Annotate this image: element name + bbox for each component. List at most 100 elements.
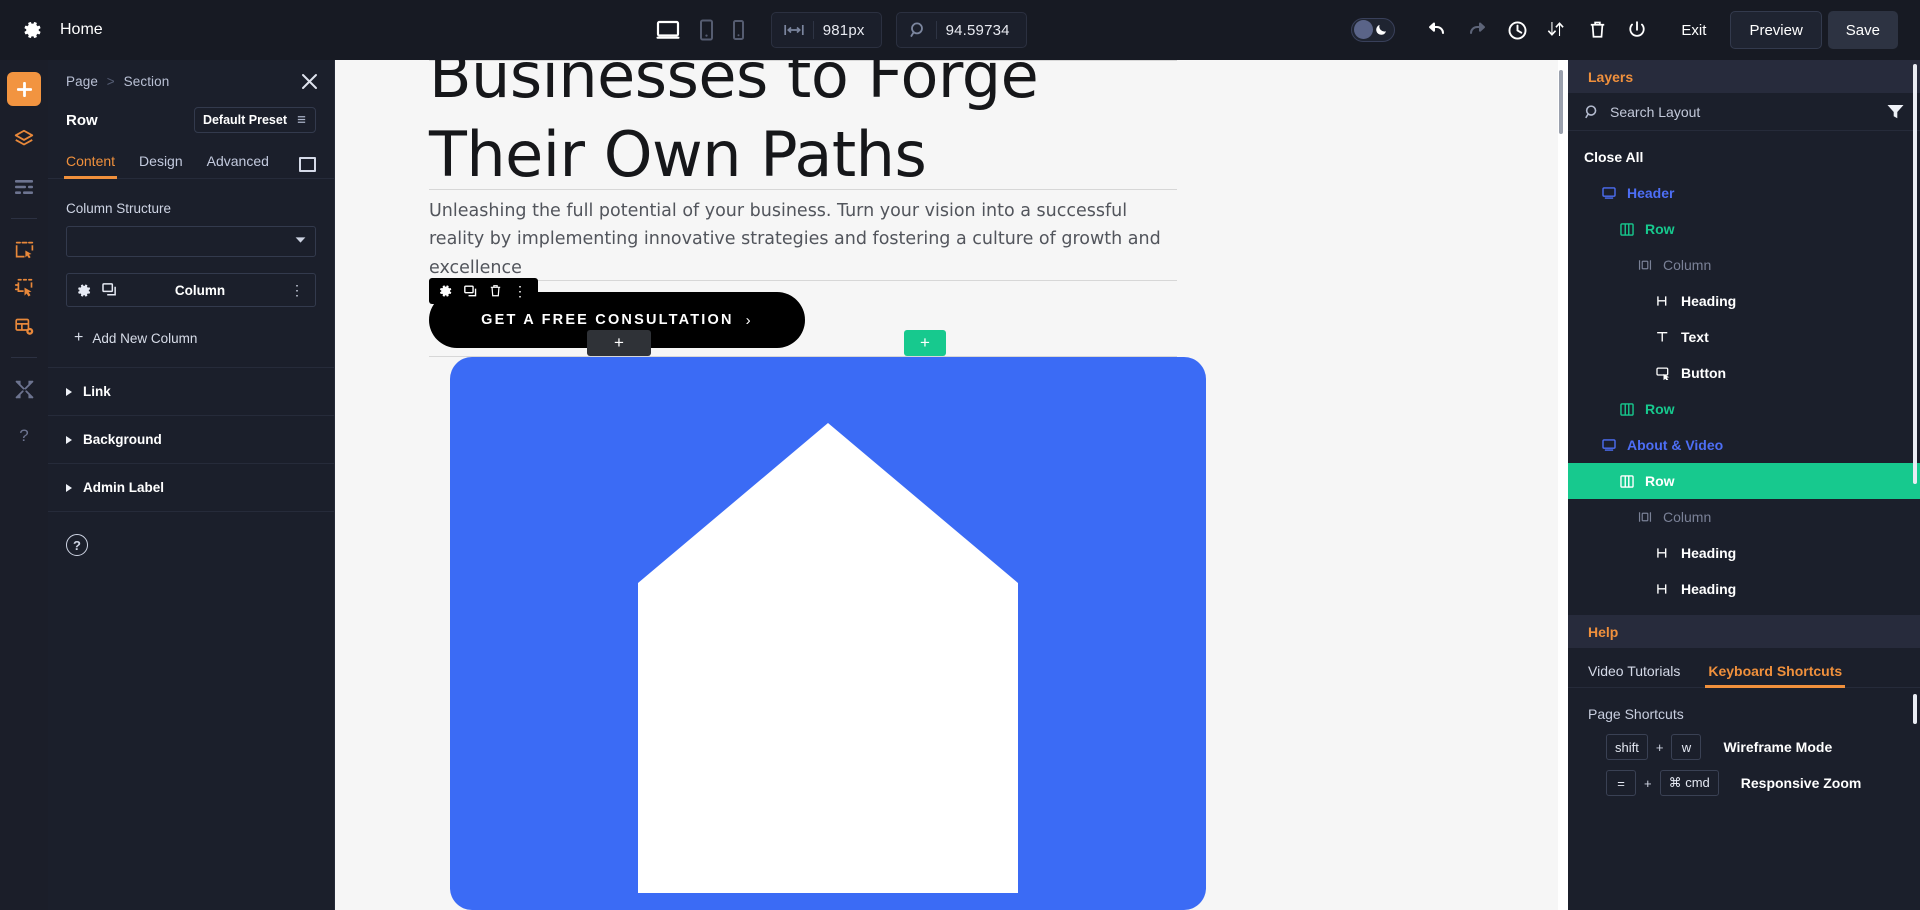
viewport-width-control[interactable]: 981px	[770, 12, 882, 48]
triangle-right-icon	[66, 387, 72, 396]
accordion-background[interactable]: Background	[48, 415, 334, 463]
layer-row-column[interactable]: Column	[1568, 499, 1920, 535]
layout-settings-icon[interactable]	[7, 309, 41, 343]
breadcrumb-current[interactable]: Section	[124, 74, 170, 89]
top-toolbar: Home 981px 94.59734 Exit Preview Save	[0, 0, 1920, 60]
layer-row-close-all[interactable]: Close All	[1568, 139, 1920, 175]
tab-advanced[interactable]: Advanced	[207, 153, 269, 178]
search-input[interactable]	[1610, 103, 1877, 120]
sort-updown-icon[interactable]	[1537, 10, 1577, 50]
layers-search-row	[1568, 93, 1920, 131]
rail-divider-1	[11, 218, 37, 219]
gear-icon[interactable]	[22, 19, 44, 41]
preset-selector[interactable]: Default Preset	[193, 107, 316, 133]
preview-button[interactable]: Preview	[1730, 11, 1822, 49]
canvas-viewport: Businesses to Forge Their Own Paths Unle…	[335, 60, 1558, 910]
filter-icon[interactable]	[1887, 104, 1904, 119]
hero-paragraph[interactable]: Unleashing the full potential of your bu…	[429, 197, 1169, 282]
layer-row-row[interactable]: Row	[1568, 211, 1920, 247]
hero-heading-module[interactable]: Businesses to Forge Their Own Paths	[429, 60, 1177, 195]
heading-icon	[1656, 547, 1672, 559]
more-vertical-icon[interactable]: ⋮	[290, 282, 305, 299]
gear-icon[interactable]	[439, 284, 453, 298]
zoom-value[interactable]: 94.59734	[946, 22, 1010, 39]
layer-row-row[interactable]: Row	[1568, 463, 1920, 499]
layers-tree: Close All Header Row Column Heading Text Butto…	[1568, 131, 1920, 615]
canvas-scrollbar[interactable]	[1558, 60, 1564, 910]
feature-blue-card[interactable]	[450, 357, 1206, 910]
breadcrumb-parent[interactable]: Page	[66, 74, 98, 89]
accordion-admin-label[interactable]: Admin Label	[48, 463, 334, 512]
column-structure-select[interactable]	[66, 226, 316, 257]
cta-button-label: GET A FREE CONSULTATION	[481, 312, 734, 328]
add-module-button-dark[interactable]: +	[587, 330, 651, 356]
desktop-icon[interactable]	[655, 19, 681, 41]
layers-stack-icon[interactable]	[7, 122, 41, 156]
expand-panel-icon[interactable]	[299, 157, 316, 172]
layer-row-label: Close All	[1584, 149, 1644, 165]
question-circle-icon[interactable]: ?	[66, 534, 88, 556]
list-icon[interactable]	[7, 170, 41, 204]
add-icon[interactable]	[7, 72, 41, 106]
layer-row-heading[interactable]: Heading	[1568, 571, 1920, 607]
add-module-button-green[interactable]: +	[904, 330, 946, 356]
dark-mode-toggle[interactable]	[1351, 18, 1396, 42]
layer-row-text[interactable]: Text	[1568, 319, 1920, 355]
tab-design[interactable]: Design	[139, 153, 183, 178]
row-icon	[1620, 474, 1636, 488]
tab-help[interactable]: Help	[1568, 615, 1639, 648]
gear-icon[interactable]	[77, 283, 92, 298]
trash-icon[interactable]	[1577, 10, 1617, 50]
trash-icon[interactable]	[489, 284, 502, 298]
layer-row-label: Text	[1681, 329, 1709, 345]
clock-icon[interactable]	[1497, 10, 1537, 50]
preset-icon	[296, 114, 307, 127]
tab-video-tutorials[interactable]: Video Tutorials	[1588, 663, 1680, 687]
clickable-area-icon[interactable]	[7, 233, 41, 267]
column-item[interactable]: Column ⋮	[66, 273, 316, 307]
tab-keyboard-shortcuts[interactable]: Keyboard Shortcuts	[1705, 663, 1845, 688]
duplicate-icon[interactable]	[102, 283, 118, 297]
tools-icon[interactable]	[7, 372, 41, 406]
layer-row-heading[interactable]: Heading	[1568, 535, 1920, 571]
power-icon[interactable]	[1617, 10, 1657, 50]
column-item-label: Column	[174, 282, 226, 298]
house-icon	[568, 423, 1088, 898]
layer-row-about-video[interactable]: About & Video	[1568, 427, 1920, 463]
tab-content[interactable]: Content	[63, 153, 118, 179]
undo-icon[interactable]	[1417, 10, 1457, 50]
viewport-width-value[interactable]: 981px	[823, 22, 865, 39]
exit-button[interactable]: Exit	[1663, 11, 1724, 49]
save-button[interactable]: Save	[1827, 11, 1898, 49]
page-title[interactable]: Home	[60, 21, 103, 39]
layer-row-label: Row	[1645, 221, 1675, 237]
phone-icon[interactable]	[732, 19, 745, 41]
layer-row-header[interactable]: Header	[1568, 175, 1920, 211]
settings-title: Row	[66, 111, 98, 129]
more-vertical-icon[interactable]: ⋮	[513, 283, 528, 300]
tab-layers[interactable]: Layers	[1568, 60, 1654, 93]
shortcut-plus: +	[1655, 739, 1664, 755]
layer-row-button[interactable]: Button	[1568, 355, 1920, 391]
device-switcher	[655, 19, 745, 41]
help-scrollbar-thumb[interactable]	[1913, 694, 1917, 724]
layer-row-heading[interactable]: Heading	[1568, 283, 1920, 319]
toggle-knob	[1354, 20, 1374, 39]
clickable-area-2-icon[interactable]	[7, 271, 41, 305]
shortcut-key: ⌘ cmd	[1659, 770, 1719, 796]
close-icon[interactable]	[298, 70, 320, 92]
duplicate-icon[interactable]	[464, 284, 478, 298]
tablet-icon[interactable]	[699, 19, 714, 41]
add-new-column-button[interactable]: + Add New Column	[66, 329, 316, 367]
layers-scrollbar-thumb[interactable]	[1913, 64, 1917, 484]
layer-row-row[interactable]: Row	[1568, 391, 1920, 427]
layer-row-label: Heading	[1681, 581, 1737, 597]
accordion-link[interactable]: Link	[48, 367, 334, 415]
triangle-right-icon	[66, 483, 72, 492]
canvas-scrollbar-thumb[interactable]	[1559, 70, 1563, 134]
redo-icon[interactable]	[1457, 10, 1497, 50]
zoom-control[interactable]: 94.59734	[895, 12, 1027, 48]
settings-title-row: Row Default Preset	[66, 107, 316, 133]
question-icon[interactable]: ?	[7, 418, 41, 452]
layer-row-column[interactable]: Column	[1568, 247, 1920, 283]
